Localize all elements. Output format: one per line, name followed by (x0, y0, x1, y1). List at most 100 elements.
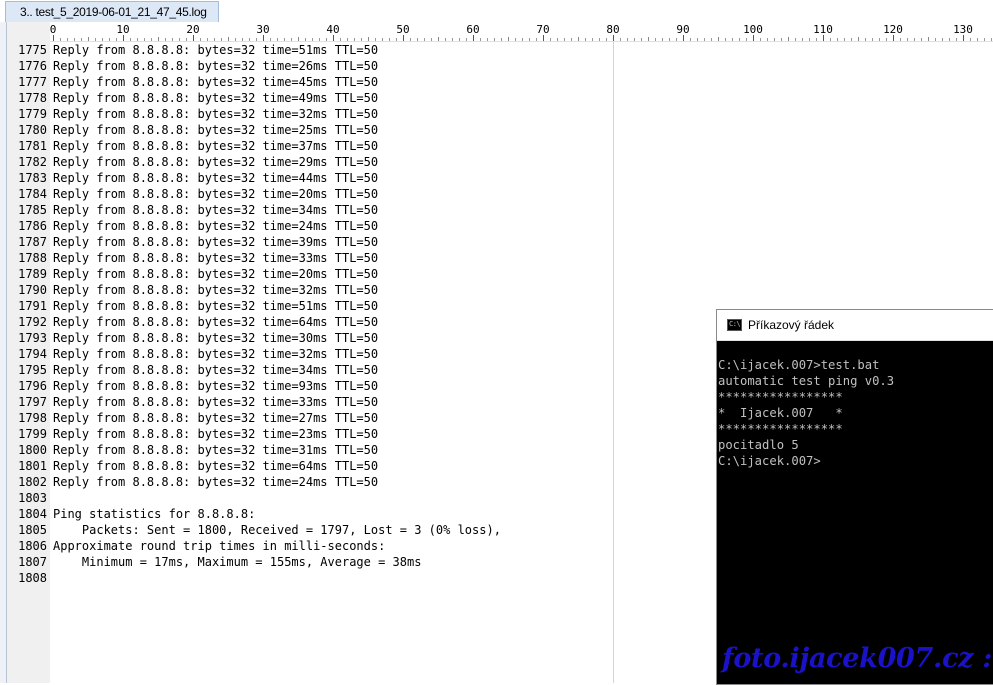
ruler-tick (235, 38, 236, 41)
ruler-tick (130, 38, 131, 41)
line-number: 1802 (18, 475, 47, 489)
editor-line[interactable]: 1803 (0, 490, 720, 506)
line-number: 1796 (18, 379, 47, 393)
editor-line[interactable]: 1779 Reply from 8.8.8.8: bytes=32 time=32… (0, 106, 720, 122)
ruler-tick (487, 38, 488, 41)
editor-line[interactable]: 1793 Reply from 8.8.8.8: bytes=32 time=30… (0, 330, 720, 346)
tab-log-file[interactable]: 3.. test_5_2019-06-01_21_47_45.log (5, 1, 219, 22)
editor-line[interactable]: 1802 Reply from 8.8.8.8: bytes=32 time=24… (0, 474, 720, 490)
editor-line[interactable]: 1789 Reply from 8.8.8.8: bytes=32 time=20… (0, 266, 720, 282)
editor-line[interactable]: 1781 Reply from 8.8.8.8: bytes=32 time=37… (0, 138, 720, 154)
ruler-tick (970, 38, 971, 41)
cmd-title-bar[interactable]: C:\ Příkazový řádek (717, 310, 993, 341)
ruler-tick (270, 38, 271, 41)
ruler-tick (991, 38, 992, 41)
ruler-tick (697, 38, 698, 41)
line-number: 1792 (18, 315, 47, 329)
ruler-tick (277, 38, 278, 41)
editor-line[interactable]: 1784 Reply from 8.8.8.8: bytes=32 time=20… (0, 186, 720, 202)
ruler-tick (298, 37, 299, 41)
editor-line[interactable]: 1785 Reply from 8.8.8.8: bytes=32 time=34… (0, 202, 720, 218)
line-number: 1797 (18, 395, 47, 409)
ruler-tick (144, 38, 145, 41)
cmd-output-line: automatic test ping v0.3 (718, 374, 895, 388)
cmd-output-line: C:\ijacek.007>test.bat (718, 358, 880, 372)
ruler-tick (795, 38, 796, 41)
editor-line[interactable]: 1808 (0, 570, 720, 586)
editor-line[interactable]: 1775 Reply from 8.8.8.8: bytes=32 time=51… (0, 42, 720, 58)
ruler-tick (319, 38, 320, 41)
ruler-tick (186, 38, 187, 41)
ruler-tick (438, 37, 439, 41)
editor-line[interactable]: 1792 Reply from 8.8.8.8: bytes=32 time=64… (0, 314, 720, 330)
ruler-tick (305, 38, 306, 41)
ruler-label: 70 (536, 23, 550, 36)
line-text: Reply from 8.8.8.8: bytes=32 time=30ms T… (53, 331, 379, 345)
ruler-tick (578, 37, 579, 41)
ruler-tick (102, 38, 103, 41)
editor-line[interactable]: 1800 Reply from 8.8.8.8: bytes=32 time=31… (0, 442, 720, 458)
ruler-tick (662, 38, 663, 41)
line-number: 1787 (18, 235, 47, 249)
ruler-tick (942, 38, 943, 41)
editor-line[interactable]: 1791 Reply from 8.8.8.8: bytes=32 time=51… (0, 298, 720, 314)
editor-line[interactable]: 1787 Reply from 8.8.8.8: bytes=32 time=39… (0, 234, 720, 250)
watermark-text: foto.ijacek007.cz :-) (722, 643, 993, 674)
editor-line[interactable]: 1788 Reply from 8.8.8.8: bytes=32 time=33… (0, 250, 720, 266)
editor-line[interactable]: 1797 Reply from 8.8.8.8: bytes=32 time=33… (0, 394, 720, 410)
ruler-tick (284, 38, 285, 41)
editor-line[interactable]: 1782 Reply from 8.8.8.8: bytes=32 time=29… (0, 154, 720, 170)
ruler-tick (669, 38, 670, 41)
editor-line[interactable]: 1790 Reply from 8.8.8.8: bytes=32 time=32… (0, 282, 720, 298)
ruler-tick (984, 38, 985, 41)
editor-line[interactable]: 1795 Reply from 8.8.8.8: bytes=32 time=34… (0, 362, 720, 378)
line-number: 1806 (18, 539, 47, 553)
command-prompt-window[interactable]: C:\ Příkazový řádek C:\ijacek.007>test.b… (716, 309, 993, 685)
ruler-tick (172, 38, 173, 41)
ruler-tick (928, 37, 929, 41)
ruler-tick (368, 37, 369, 41)
ruler-tick (858, 37, 859, 41)
ruler-tick (655, 38, 656, 41)
line-text: Reply from 8.8.8.8: bytes=32 time=51ms T… (53, 43, 379, 57)
line-text: Reply from 8.8.8.8: bytes=32 time=24ms T… (53, 475, 379, 489)
editor-line[interactable]: 1778 Reply from 8.8.8.8: bytes=32 time=49… (0, 90, 720, 106)
ruler-label: 60 (466, 23, 480, 36)
editor-line[interactable]: 1804 Ping statistics for 8.8.8.8: (0, 506, 720, 522)
line-number: 1782 (18, 155, 47, 169)
editor-line[interactable]: 1798 Reply from 8.8.8.8: bytes=32 time=27… (0, 410, 720, 426)
editor-line[interactable]: 1805 Packets: Sent = 1800, Received = 17… (0, 522, 720, 538)
editor-line[interactable]: 1796 Reply from 8.8.8.8: bytes=32 time=93… (0, 378, 720, 394)
line-number: 1803 (18, 491, 47, 505)
ruler-tick (242, 38, 243, 41)
ruler-tick (354, 38, 355, 41)
editor-line[interactable]: 1786 Reply from 8.8.8.8: bytes=32 time=24… (0, 218, 720, 234)
editor-line[interactable]: 1806 Approximate round trip times in mill… (0, 538, 720, 554)
ruler-tick (445, 38, 446, 41)
line-number: 1793 (18, 331, 47, 345)
ruler-tick (879, 38, 880, 41)
ruler-label: 100 (743, 23, 763, 36)
editor-line[interactable]: 1780 Reply from 8.8.8.8: bytes=32 time=25… (0, 122, 720, 138)
ruler-tick (396, 38, 397, 41)
line-text: Reply from 8.8.8.8: bytes=32 time=33ms T… (53, 395, 379, 409)
ruler-tick (571, 38, 572, 41)
ruler-tick (88, 37, 89, 41)
line-number: 1778 (18, 91, 47, 105)
line-number: 1795 (18, 363, 47, 377)
editor-line[interactable]: 1799 Reply from 8.8.8.8: bytes=32 time=23… (0, 426, 720, 442)
line-number: 1798 (18, 411, 47, 425)
ruler-tick (739, 38, 740, 41)
editor-line[interactable]: 1807 Minimum = 17ms, Maximum = 155ms, Av… (0, 554, 720, 570)
cmd-output-line: ***************** (718, 422, 843, 436)
editor-line[interactable]: 1777 Reply from 8.8.8.8: bytes=32 time=45… (0, 74, 720, 90)
editor-line[interactable]: 1801 Reply from 8.8.8.8: bytes=32 time=64… (0, 458, 720, 474)
cmd-console-output[interactable]: C:\ijacek.007>test.bat automatic test pin… (718, 357, 894, 469)
editor-line[interactable]: 1783 Reply from 8.8.8.8: bytes=32 time=44… (0, 170, 720, 186)
editor-line[interactable]: 1794 Reply from 8.8.8.8: bytes=32 time=32… (0, 346, 720, 362)
ruler-tick (109, 38, 110, 41)
editor-line[interactable]: 1776 Reply from 8.8.8.8: bytes=32 time=26… (0, 58, 720, 74)
ruler-tick (228, 37, 229, 41)
ruler-tick (60, 38, 61, 41)
ruler-tick (900, 38, 901, 41)
